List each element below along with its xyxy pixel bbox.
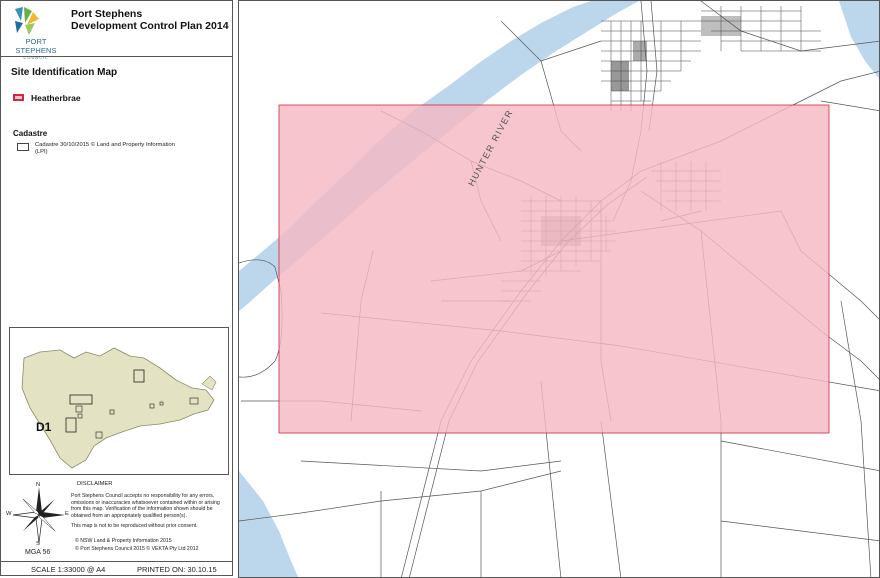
- river-south: [239, 471, 299, 577]
- scale-label: SCALE 1:33000 @ A4: [31, 565, 106, 574]
- divider: [1, 56, 232, 57]
- map-canvas[interactable]: [239, 1, 880, 578]
- water-ne: [839, 1, 879, 79]
- printed-date: PRINTED ON: 30.10.15: [137, 565, 217, 574]
- compass-north-label: N: [36, 482, 41, 488]
- cadastre-legend-swatch: [17, 143, 29, 151]
- inset-map-graphic: [21, 347, 217, 469]
- plan-title: Port Stephens Development Control Plan 2…: [71, 8, 229, 32]
- legend-panel: PORT STEPHENS COUNCIL Port Stephens Deve…: [0, 0, 233, 576]
- disclaimer-text: Port Stephens Council accepts no respons…: [71, 493, 220, 519]
- disclaimer-heading: DISCLAIMER: [77, 481, 113, 487]
- cadastre-legend-label: Cadastre 30/10/2015 © Land and Property …: [35, 142, 175, 155]
- north-arrow-compass: [12, 487, 65, 544]
- inset-label: D1: [36, 420, 52, 434]
- locality-inset-map: D1: [9, 327, 229, 475]
- footer-divider: [1, 561, 232, 562]
- map-title: Site Identification Map: [11, 67, 118, 78]
- cadastre-heading: Cadastre: [13, 129, 48, 138]
- compass-south-label: S: [36, 541, 40, 547]
- main-map[interactable]: HUNTER RIVER: [238, 0, 880, 578]
- copyright-lpi: © NSW Land & Property Information 2015: [75, 538, 172, 544]
- heatherbrae-site-area[interactable]: [278, 104, 830, 434]
- copyright-council: © Port Stephens Council 2015 © VEKTA Pty…: [75, 546, 199, 552]
- reproduction-notice: This map is not to be reproduced without…: [71, 523, 198, 529]
- site-legend-label: Heatherbrae: [31, 93, 81, 103]
- site-legend-swatch: [13, 94, 24, 101]
- compass-west-label: W: [6, 511, 12, 517]
- projection-label: MGA 56: [25, 549, 51, 556]
- compass-east-label: E: [65, 511, 69, 517]
